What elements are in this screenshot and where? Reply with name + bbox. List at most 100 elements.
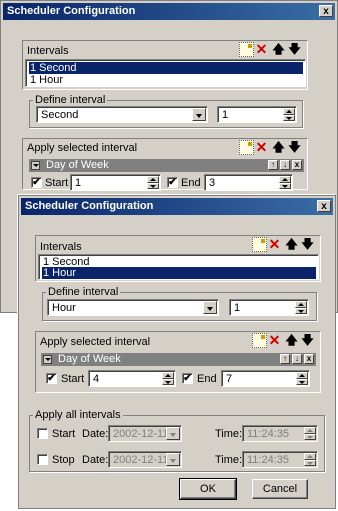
- intervals-panel: Intervals ✕ 🡅 🡇 1 Second 1 Hour: [35, 235, 321, 282]
- define-interval-group: Define interval Second 1: [29, 94, 303, 128]
- start-label: Start: [61, 373, 85, 385]
- collapse-icon[interactable]: [43, 355, 52, 364]
- intervals-panel: Intervals ✕ 🡅 🡇 1 Second 1 Hour: [22, 40, 308, 90]
- start-date-select[interactable]: 2002-12-11: [108, 425, 182, 442]
- apply-all-group: Apply all intervals Start Date: 2002-12-…: [29, 409, 325, 472]
- stop-all-checkbox[interactable]: [37, 454, 48, 465]
- stop-time-label: Time:: [215, 454, 243, 466]
- unit-select[interactable]: Second: [36, 106, 208, 123]
- end-stepper[interactable]: 7: [221, 370, 310, 387]
- cancel-button[interactable]: Cancel: [252, 479, 308, 499]
- amount-value: 1: [234, 302, 241, 314]
- spin-buttons[interactable]: [304, 427, 316, 440]
- title-bar[interactable]: Scheduler Configuration x: [21, 198, 333, 215]
- unit-select[interactable]: Hour: [47, 299, 219, 316]
- end-value: 3: [209, 177, 216, 189]
- arrow-down-icon[interactable]: 🡇: [300, 237, 315, 252]
- arrow-up-icon[interactable]: 🡅: [284, 333, 299, 348]
- window-title: Scheduler Configuration: [7, 5, 136, 17]
- rule-row-back: ✔ Start 1 ✔ End 3: [27, 172, 305, 192]
- mini-up-icon[interactable]: ↑: [268, 160, 278, 170]
- end-value: 7: [226, 373, 233, 385]
- stop-date-label: Date:: [82, 454, 109, 466]
- intervals-list[interactable]: 1 Second 1 Hour: [25, 59, 306, 87]
- delete-icon[interactable]: ✕: [267, 333, 282, 348]
- mini-down-icon[interactable]: ↓: [292, 354, 302, 364]
- amount-value: 1: [222, 109, 229, 121]
- new-item-icon[interactable]: [239, 42, 254, 57]
- end-checkbox[interactable]: ✔: [182, 373, 193, 384]
- close-icon[interactable]: x: [317, 200, 331, 212]
- spin-buttons[interactable]: [147, 176, 159, 189]
- stop-time-stepper[interactable]: 11:24:35: [242, 451, 318, 468]
- new-item-icon[interactable]: [252, 333, 267, 348]
- start-time-label: Time:: [215, 428, 243, 440]
- arrow-down-icon[interactable]: 🡇: [287, 42, 302, 57]
- mini-up-icon[interactable]: ↑: [280, 354, 290, 364]
- intervals-label: Intervals: [27, 45, 69, 57]
- new-item-icon[interactable]: [239, 140, 254, 155]
- mini-close-icon[interactable]: x: [292, 160, 302, 170]
- rule-title: Day of Week: [46, 159, 109, 171]
- window-title: Scheduler Configuration: [25, 200, 154, 212]
- delete-icon[interactable]: ✕: [254, 42, 269, 57]
- new-item-icon[interactable]: [252, 237, 267, 252]
- ok-button[interactable]: OK: [179, 478, 237, 500]
- chevron-down-icon[interactable]: [166, 453, 180, 466]
- spin-buttons[interactable]: [283, 108, 295, 121]
- delete-icon[interactable]: ✕: [254, 140, 269, 155]
- arrow-up-icon[interactable]: 🡅: [271, 42, 286, 57]
- start-stepper[interactable]: 1: [70, 174, 161, 191]
- start-value: 1: [75, 177, 82, 189]
- amount-stepper[interactable]: 1: [229, 299, 309, 316]
- stop-time-value: 11:24:35: [247, 454, 290, 466]
- start-time-value: 11:24:35: [247, 428, 290, 440]
- delete-icon[interactable]: ✕: [267, 237, 282, 252]
- rule-title: Day of Week: [58, 353, 121, 365]
- start-date-value: 2002-12-11: [113, 428, 169, 440]
- spin-buttons[interactable]: [279, 176, 291, 189]
- title-bar[interactable]: Scheduler Configuration x: [3, 3, 335, 20]
- stop-date-select[interactable]: 2002-12-11: [108, 451, 182, 468]
- end-label: End: [181, 177, 201, 189]
- spin-buttons[interactable]: [162, 372, 174, 385]
- start-all-label: Start: [52, 428, 76, 440]
- chevron-down-icon[interactable]: [192, 108, 206, 121]
- list-item[interactable]: 1 Hour: [29, 74, 303, 86]
- end-stepper[interactable]: 3: [204, 174, 293, 191]
- end-checkbox[interactable]: ✔: [167, 177, 178, 188]
- start-checkbox[interactable]: ✔: [31, 177, 42, 188]
- intervals-list[interactable]: 1 Second 1 Hour: [38, 254, 319, 280]
- start-stepper[interactable]: 4: [88, 370, 176, 387]
- mini-down-icon[interactable]: ↓: [280, 160, 290, 170]
- apply-selected-label: Apply selected interval: [27, 142, 138, 154]
- arrow-down-icon[interactable]: 🡇: [287, 140, 302, 155]
- chevron-down-icon[interactable]: [203, 301, 217, 314]
- define-interval-label: Define interval: [46, 286, 121, 298]
- stop-date-value: 2002-12-11: [113, 454, 169, 466]
- spin-buttons[interactable]: [296, 372, 308, 385]
- start-time-stepper[interactable]: 11:24:35: [242, 425, 318, 442]
- spin-buttons[interactable]: [304, 453, 316, 466]
- intervals-label: Intervals: [40, 241, 82, 253]
- unit-value: Hour: [52, 302, 76, 314]
- define-interval-label: Define interval: [33, 94, 108, 106]
- close-icon[interactable]: x: [319, 5, 333, 17]
- rule-header: Day of Week ↑ ↓ x: [29, 159, 304, 172]
- amount-stepper[interactable]: 1: [217, 106, 297, 123]
- start-all-checkbox[interactable]: [37, 428, 48, 439]
- apply-all-label: Apply all intervals: [33, 409, 123, 421]
- spin-buttons[interactable]: [295, 301, 307, 314]
- arrow-up-icon[interactable]: 🡅: [271, 140, 286, 155]
- apply-selected-label: Apply selected interval: [40, 336, 151, 348]
- chevron-down-icon[interactable]: [166, 427, 180, 440]
- mini-close-icon[interactable]: x: [304, 354, 314, 364]
- arrow-down-icon[interactable]: 🡇: [300, 333, 315, 348]
- list-item[interactable]: 1 Hour: [42, 267, 316, 279]
- define-interval-group: Define interval Hour 1: [42, 286, 317, 321]
- start-checkbox[interactable]: ✔: [46, 373, 57, 384]
- list-item[interactable]: 1 Second: [29, 62, 303, 74]
- collapse-icon[interactable]: [31, 161, 40, 170]
- stop-all-label: Stop: [52, 454, 75, 466]
- arrow-up-icon[interactable]: 🡅: [284, 237, 299, 252]
